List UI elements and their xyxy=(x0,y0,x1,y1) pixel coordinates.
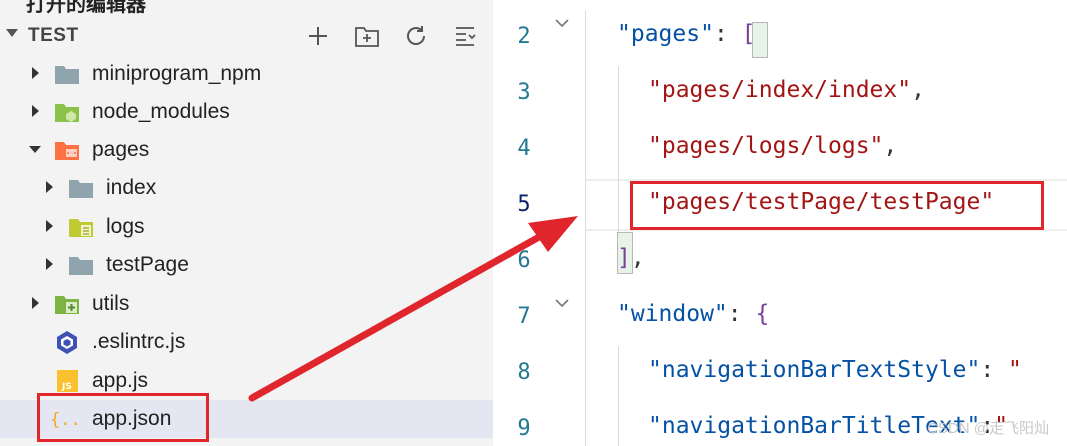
highlight-box-app-json xyxy=(37,393,209,442)
code-line-6[interactable]: ], xyxy=(617,245,645,271)
refresh-button[interactable] xyxy=(400,22,432,50)
tree-item-miniprogram-npm[interactable]: miniprogram_npm xyxy=(0,55,493,93)
tree-item-index[interactable]: index xyxy=(0,169,493,207)
plus-icon xyxy=(309,27,327,45)
highlight-box-testpage-entry xyxy=(630,181,1044,230)
folder-icon xyxy=(69,257,93,275)
svg-text:JS: JS xyxy=(61,382,72,392)
line-number: 9 xyxy=(517,416,531,441)
tree-item-testpage[interactable]: testPage xyxy=(0,246,493,284)
tree-item-label: testPage xyxy=(106,253,189,276)
chevron-right-icon xyxy=(32,67,39,79)
tree-item-label: index xyxy=(106,176,157,199)
folder-icon xyxy=(69,180,93,198)
utils-folder-icon xyxy=(55,296,79,314)
line-number: 6 xyxy=(517,248,531,273)
tree-item-label: .eslintrc.js xyxy=(92,330,186,353)
chevron-right-icon xyxy=(46,258,53,270)
fold-chevron-icon[interactable] xyxy=(555,16,569,30)
tree-item-label: miniprogram_npm xyxy=(92,62,262,85)
chevron-right-icon xyxy=(32,105,39,117)
line-number: 2 xyxy=(517,24,531,49)
code-editor[interactable]: 2 "pages": [ 3 "pages/index/index", 4 "p… xyxy=(493,0,1067,446)
indent-guide xyxy=(618,66,619,234)
code-line-3[interactable]: "pages/index/index", xyxy=(648,77,925,103)
code-line-2[interactable]: "pages": [ xyxy=(617,21,756,47)
indent-guide xyxy=(618,346,619,446)
code-line-8[interactable]: "navigationBarTextStyle": " xyxy=(648,357,1022,383)
tree-item-label: node_modules xyxy=(92,100,230,123)
tree-item-label: app.js xyxy=(92,369,149,392)
open-editors-header[interactable]: 打开的编辑器 xyxy=(26,0,146,17)
workspace-header[interactable]: TEST xyxy=(0,20,493,52)
tree-item-node-modules[interactable]: node_modules xyxy=(0,93,493,131)
node-folder-icon xyxy=(55,104,79,122)
eslint-icon xyxy=(57,331,77,354)
workspace-title: TEST xyxy=(28,25,79,46)
collapse-all-icon xyxy=(456,27,476,46)
line-number: 4 xyxy=(517,136,531,161)
tree-item-utils[interactable]: utils xyxy=(0,285,493,323)
chevron-right-icon xyxy=(32,297,39,309)
tree-item-logs[interactable]: logs xyxy=(0,208,493,246)
tree-item-label: logs xyxy=(106,215,145,238)
js-file-icon: JS xyxy=(57,370,78,392)
new-folder-button[interactable] xyxy=(351,22,383,50)
watermark: CSDN @走飞阳灿 xyxy=(927,420,1049,437)
folder-icon xyxy=(55,66,79,84)
tree-item-eslintrc[interactable]: .eslintrc.js xyxy=(0,323,493,361)
fold-chevron-icon[interactable] xyxy=(555,296,569,310)
indent-guide xyxy=(585,10,586,446)
refresh-icon xyxy=(407,26,426,45)
collapse-all-button[interactable] xyxy=(449,22,481,50)
file-explorer: 打开的编辑器 TEST miniprogram_npm node_modules xyxy=(0,0,493,446)
chevron-down-icon xyxy=(6,29,18,37)
new-file-button[interactable] xyxy=(302,22,334,50)
tree-item-label: utils xyxy=(92,292,130,315)
line-number: 8 xyxy=(517,360,531,385)
chevron-right-icon xyxy=(46,220,53,232)
line-number: 3 xyxy=(517,80,531,105)
line-number: 7 xyxy=(517,304,531,329)
new-folder-icon xyxy=(355,27,379,47)
tree-item-label: pages xyxy=(92,138,150,161)
tree-item-pages[interactable]: pages xyxy=(0,131,493,169)
logs-folder-icon xyxy=(69,219,93,237)
pages-folder-icon xyxy=(55,142,79,160)
line-number-active: 5 xyxy=(517,192,531,217)
chevron-down-icon xyxy=(29,146,41,153)
code-line-4[interactable]: "pages/logs/logs", xyxy=(648,133,897,159)
chevron-right-icon xyxy=(46,181,53,193)
code-line-7[interactable]: "window": { xyxy=(617,301,769,327)
